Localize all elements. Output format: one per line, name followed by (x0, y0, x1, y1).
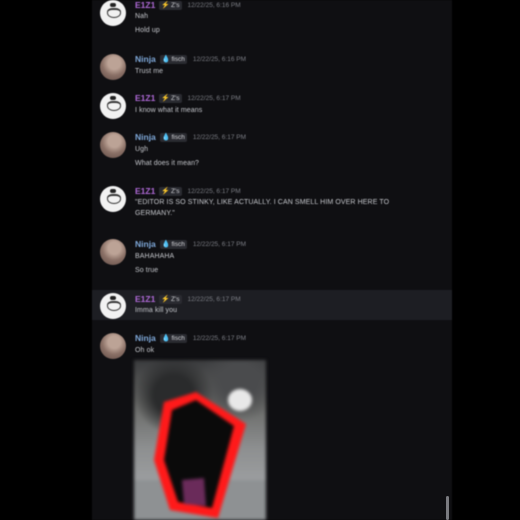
avatar[interactable] (100, 186, 126, 212)
username[interactable]: E1Z1 (135, 294, 155, 304)
message-text: Oh ok (135, 347, 155, 354)
message-text: Nah (135, 13, 149, 20)
image-attachment[interactable] (134, 360, 266, 520)
bolt-icon: ⚡ (161, 2, 171, 9)
timestamp: 12/22/25, 6:17 PM (187, 295, 241, 303)
avatar[interactable] (100, 293, 126, 319)
timestamp: 12/22/25, 6:16 PM (187, 1, 241, 9)
user-tag: ⚡ Z's (159, 186, 182, 196)
username[interactable]: Ninja (135, 132, 156, 142)
drop-icon: 💧 (161, 241, 171, 248)
user-tag: 💧 fisch (159, 54, 187, 64)
message: E1Z1 ⚡ Z's 12/22/25, 6:17 PM "EDITOR IS S… (92, 186, 452, 232)
username[interactable]: E1Z1 (135, 186, 155, 196)
user-tag: 💧 fisch (159, 132, 187, 142)
drop-icon: 💧 (161, 56, 171, 63)
username[interactable]: Ninja (135, 239, 156, 249)
avatar[interactable] (100, 132, 126, 158)
timestamp: 12/22/25, 6:16 PM (192, 55, 246, 63)
message: Ninja 💧 fisch 12/22/25, 6:17 PM BAHAHAHA … (92, 239, 452, 283)
message-text: Hold up (135, 27, 160, 34)
username[interactable]: E1Z1 (135, 0, 155, 10)
message-text: I know what it means (135, 107, 203, 114)
user-tag: 💧 fisch (159, 333, 187, 343)
avatar[interactable] (100, 54, 126, 80)
message-hovered[interactable]: E1Z1 ⚡ Z's 12/22/25, 6:17 PM Imma kill yo… (92, 290, 452, 320)
drop-icon: 💧 (161, 134, 171, 141)
red-outline-figure (154, 389, 252, 518)
timestamp: 12/22/25, 6:17 PM (192, 334, 246, 342)
bolt-icon: ⚡ (161, 95, 171, 102)
avatar[interactable] (100, 333, 126, 359)
message-text: Imma kill you (135, 307, 178, 314)
message-text: Trust me (135, 68, 164, 75)
user-tag: 💧 fisch (159, 239, 187, 249)
bolt-icon: ⚡ (161, 188, 171, 195)
message-text: "EDITOR IS SO STINKY, LIKE ACTUALLY. I C… (135, 199, 390, 217)
timestamp: 12/22/25, 6:17 PM (192, 240, 246, 248)
message: E1Z1 ⚡ Z's 12/22/25, 6:16 PM Nah Hold up (92, 0, 452, 42)
user-tag: ⚡ Z's (159, 0, 182, 10)
bolt-icon: ⚡ (161, 296, 171, 303)
message-text: So true (135, 267, 159, 274)
user-tag: ⚡ Z's (159, 93, 182, 103)
timestamp: 12/22/25, 6:17 PM (192, 133, 246, 141)
message: Ninja 💧 fisch 12/22/25, 6:16 PM Trust me (92, 54, 452, 86)
avatar[interactable] (100, 0, 126, 26)
message-text: Ugh (135, 146, 149, 153)
message: Ninja 💧 fisch 12/22/25, 6:17 PM Ugh What … (92, 132, 452, 176)
message-text: What does it mean? (135, 160, 200, 167)
message: Ninja 💧 fisch 12/22/25, 6:17 PM Oh ok (92, 333, 452, 359)
timestamp: 12/22/25, 6:17 PM (187, 94, 241, 102)
avatar[interactable] (100, 93, 126, 119)
username[interactable]: E1Z1 (135, 93, 155, 103)
avatar[interactable] (100, 239, 126, 265)
drop-icon: 💧 (161, 335, 171, 342)
username[interactable]: Ninja (135, 54, 156, 64)
scrollbar-thumb[interactable] (446, 496, 449, 520)
user-tag: ⚡ Z's (159, 294, 182, 304)
timestamp: 12/22/25, 6:17 PM (187, 187, 241, 195)
message-text: BAHAHAHA (135, 253, 175, 260)
username[interactable]: Ninja (135, 333, 156, 343)
message: E1Z1 ⚡ Z's 12/22/25, 6:17 PM I know what … (92, 93, 452, 125)
